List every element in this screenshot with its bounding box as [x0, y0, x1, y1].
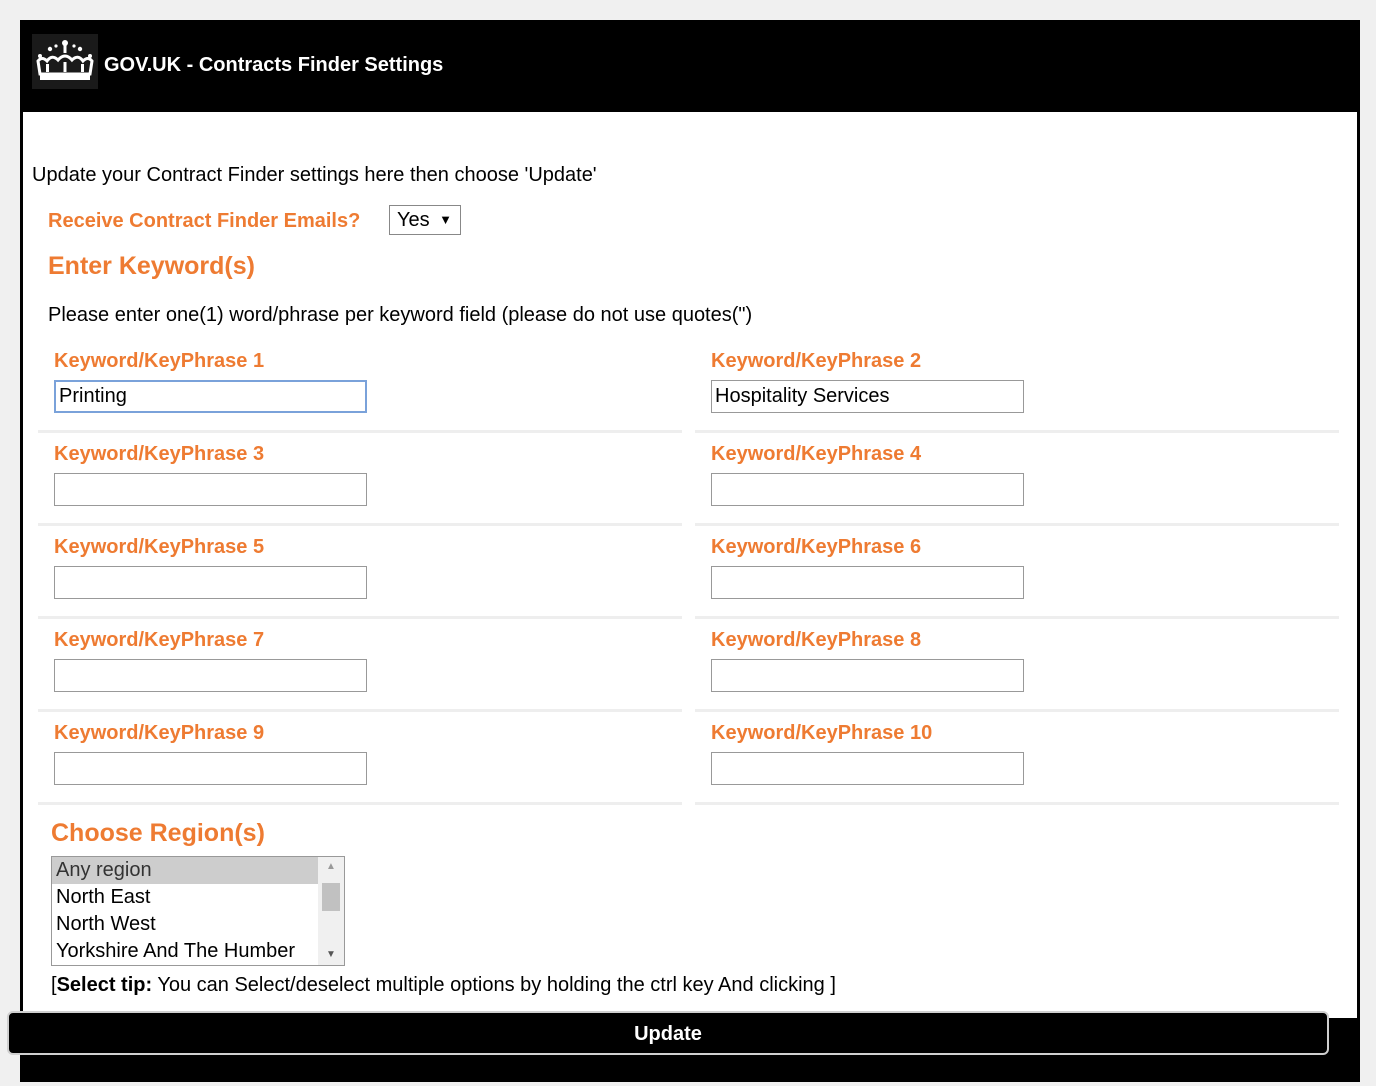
- keyword-input-7[interactable]: [54, 659, 367, 692]
- region-option[interactable]: North West: [52, 911, 318, 938]
- keyword-label-9: Keyword/KeyPhrase 9: [54, 722, 265, 744]
- keyword-input-8[interactable]: [711, 659, 1024, 692]
- header-bar: GOV.UK - Contracts Finder Settings: [20, 20, 1360, 112]
- receive-emails-label: Receive Contract Finder Emails?: [48, 210, 361, 232]
- intro-text: Update your Contract Finder settings her…: [32, 164, 597, 186]
- keyword-input-10[interactable]: [711, 752, 1024, 785]
- keyword-input-9[interactable]: [54, 752, 367, 785]
- keyword-label-6: Keyword/KeyPhrase 6: [711, 536, 922, 558]
- keyword-label-4: Keyword/KeyPhrase 4: [711, 443, 922, 465]
- keyword-cell-10: Keyword/KeyPhrase 10: [695, 712, 1339, 805]
- region-scrollbar[interactable]: ▲ ▼: [318, 857, 344, 965]
- region-option[interactable]: Yorkshire And The Humber: [52, 938, 318, 965]
- keyword-cell-3: Keyword/KeyPhrase 3: [38, 433, 682, 526]
- page-title: GOV.UK - Contracts Finder Settings: [104, 54, 444, 76]
- region-option[interactable]: Any region: [52, 857, 318, 884]
- keyword-input-4[interactable]: [711, 473, 1024, 506]
- keyword-label-8: Keyword/KeyPhrase 8: [711, 629, 922, 651]
- settings-form: Update your Contract Finder settings her…: [23, 112, 1357, 1018]
- regions-heading: Choose Region(s): [51, 819, 265, 847]
- receive-emails-value: Yes: [397, 209, 430, 231]
- keyword-input-2[interactable]: [711, 380, 1024, 413]
- select-tip: [Select tip: You can Select/deselect mul…: [51, 974, 836, 997]
- keyword-label-5: Keyword/KeyPhrase 5: [54, 536, 265, 558]
- receive-emails-select[interactable]: Yes ▼: [389, 205, 461, 235]
- keywords-heading: Enter Keyword(s): [48, 252, 255, 280]
- keyword-cell-6: Keyword/KeyPhrase 6: [695, 526, 1339, 619]
- settings-frame: GOV.UK - Contracts Finder Settings Updat…: [20, 20, 1360, 1082]
- update-button[interactable]: Update: [7, 1011, 1329, 1055]
- scroll-up-icon[interactable]: ▲: [318, 857, 344, 877]
- scroll-down-icon[interactable]: ▼: [318, 945, 344, 965]
- keyword-label-2: Keyword/KeyPhrase 2: [711, 350, 922, 372]
- keyword-label-3: Keyword/KeyPhrase 3: [54, 443, 265, 465]
- keyword-input-5[interactable]: [54, 566, 367, 599]
- crown-icon: [32, 34, 98, 89]
- keyword-input-6[interactable]: [711, 566, 1024, 599]
- keyword-input-1[interactable]: [54, 380, 367, 413]
- scrollbar-thumb[interactable]: [322, 883, 340, 911]
- keywords-help-text: Please enter one(1) word/phrase per keyw…: [48, 304, 753, 326]
- region-option[interactable]: North East: [52, 884, 318, 911]
- keyword-cell-9: Keyword/KeyPhrase 9: [38, 712, 682, 805]
- keyword-cell-1: Keyword/KeyPhrase 1: [38, 340, 682, 433]
- keyword-input-3[interactable]: [54, 473, 367, 506]
- keyword-cell-8: Keyword/KeyPhrase 8: [695, 619, 1339, 712]
- dropdown-arrow-icon: ▼: [439, 212, 452, 227]
- region-multiselect[interactable]: Any region North East North West Yorkshi…: [51, 856, 345, 966]
- tip-text: You can Select/deselect multiple options…: [152, 974, 836, 996]
- keyword-label-1: Keyword/KeyPhrase 1: [54, 350, 265, 372]
- keyword-cell-2: Keyword/KeyPhrase 2: [695, 340, 1339, 433]
- keyword-cell-4: Keyword/KeyPhrase 4: [695, 433, 1339, 526]
- keyword-cell-5: Keyword/KeyPhrase 5: [38, 526, 682, 619]
- keyword-label-10: Keyword/KeyPhrase 10: [711, 722, 933, 744]
- tip-bold: Select tip:: [56, 974, 153, 996]
- keyword-cell-7: Keyword/KeyPhrase 7: [38, 619, 682, 712]
- keyword-label-7: Keyword/KeyPhrase 7: [54, 629, 265, 651]
